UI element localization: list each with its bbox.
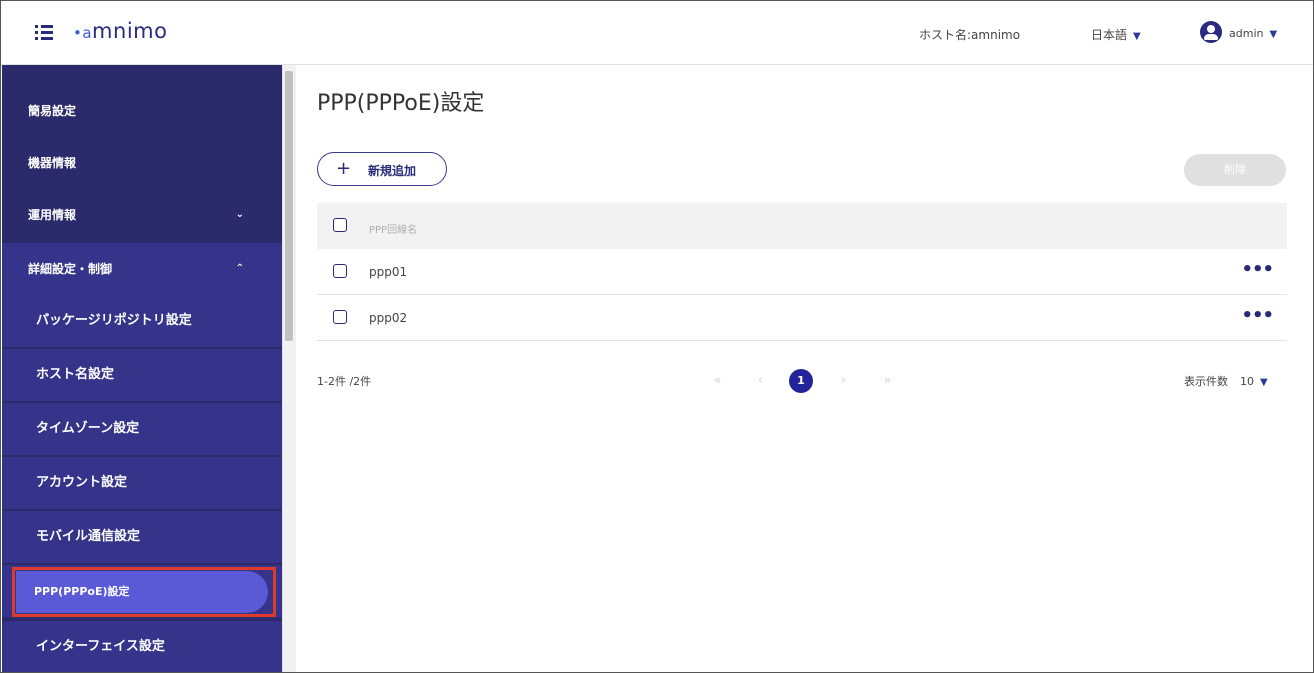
user-avatar-icon[interactable] <box>1200 21 1222 43</box>
highlight-box <box>12 567 276 617</box>
prev-page-icon[interactable]: ‹ <box>758 373 763 387</box>
caret-down-icon: ▼ <box>1260 377 1268 388</box>
menu-icon[interactable] <box>35 25 53 41</box>
caret-down-icon: ▼ <box>1133 31 1141 42</box>
last-page-icon[interactable]: » <box>884 373 891 387</box>
caret-down-icon: ▼ <box>1269 29 1278 40</box>
user-menu[interactable]: admin ▼ <box>1229 27 1277 40</box>
more-options-icon[interactable]: ••• <box>1241 259 1274 280</box>
column-header-ppp-name[interactable]: PPP回線名 <box>369 221 417 236</box>
sidebar-scrollbar-thumb[interactable] <box>285 71 293 341</box>
select-all-checkbox[interactable] <box>333 218 347 232</box>
sidebar-item-account[interactable]: アカウント設定 <box>2 457 282 509</box>
sidebar: 簡易設定 機器情報 運用情報 ⌄ 詳細設定・制御 ⌃ パッケージリポジトリ設定 ホス… <box>2 65 282 672</box>
chevron-down-icon: ⌄ <box>235 209 244 220</box>
ppp-table: PPP回線名 ppp01 ••• ppp02 ••• <box>317 203 1287 341</box>
row-checkbox[interactable] <box>333 264 347 278</box>
sidebar-item-advanced[interactable]: 詳細設定・制御 ⌃ <box>2 243 282 295</box>
sidebar-item-mobile[interactable]: モバイル通信設定 <box>2 511 282 563</box>
sidebar-item-operation-info[interactable]: 運用情報 ⌄ <box>2 189 282 241</box>
host-name-label: ホスト名:amnimo <box>919 28 1021 42</box>
table-row: ppp01 ••• <box>317 249 1287 295</box>
top-header: •amnimo ホスト名:amnimo 日本語 ▼ admin ▼ <box>1 1 1313 65</box>
table-header: PPP回線名 <box>317 203 1287 249</box>
sidebar-item-timezone[interactable]: タイムゾーン設定 <box>2 403 282 455</box>
more-options-icon[interactable]: ••• <box>1241 305 1274 326</box>
delete-button[interactable]: 削除 <box>1184 154 1286 186</box>
first-page-icon[interactable]: « <box>714 373 721 387</box>
row-checkbox[interactable] <box>333 310 347 324</box>
per-page-select[interactable]: 表示件数 10 ▼ <box>1184 373 1268 389</box>
app-window: •amnimo ホスト名:amnimo 日本語 ▼ admin ▼ 簡易設定 機器情… <box>0 0 1314 673</box>
add-new-button[interactable]: + 新規追加 <box>317 152 447 186</box>
plus-icon: + <box>336 158 352 179</box>
language-select[interactable]: 日本語 ▼ <box>1091 26 1141 43</box>
page-title: PPP(PPPoE)設定 <box>317 91 485 116</box>
ppp-name: ppp02 <box>369 311 408 325</box>
pagination: « ‹ 1 › » <box>706 369 906 393</box>
next-page-icon[interactable]: › <box>841 373 846 387</box>
sidebar-item-ppp[interactable]: PPP(PPPoE)設定 <box>2 565 282 617</box>
current-page[interactable]: 1 <box>789 369 813 393</box>
sidebar-item-interface[interactable]: インターフェイス設定 <box>2 621 282 672</box>
chevron-up-icon: ⌃ <box>235 263 244 274</box>
ppp-name: ppp01 <box>369 265 408 279</box>
sidebar-item-quick-setup[interactable]: 簡易設定 <box>2 85 282 137</box>
sidebar-item-hostname[interactable]: ホスト名設定 <box>2 349 282 401</box>
table-row: ppp02 ••• <box>317 295 1287 341</box>
sidebar-item-device-info[interactable]: 機器情報 <box>2 137 282 189</box>
range-text: 1-2件 /2件 <box>317 375 372 388</box>
amnimo-logo: •amnimo <box>73 19 168 43</box>
sidebar-item-package-repo[interactable]: パッケージリポジトリ設定 <box>2 295 282 347</box>
